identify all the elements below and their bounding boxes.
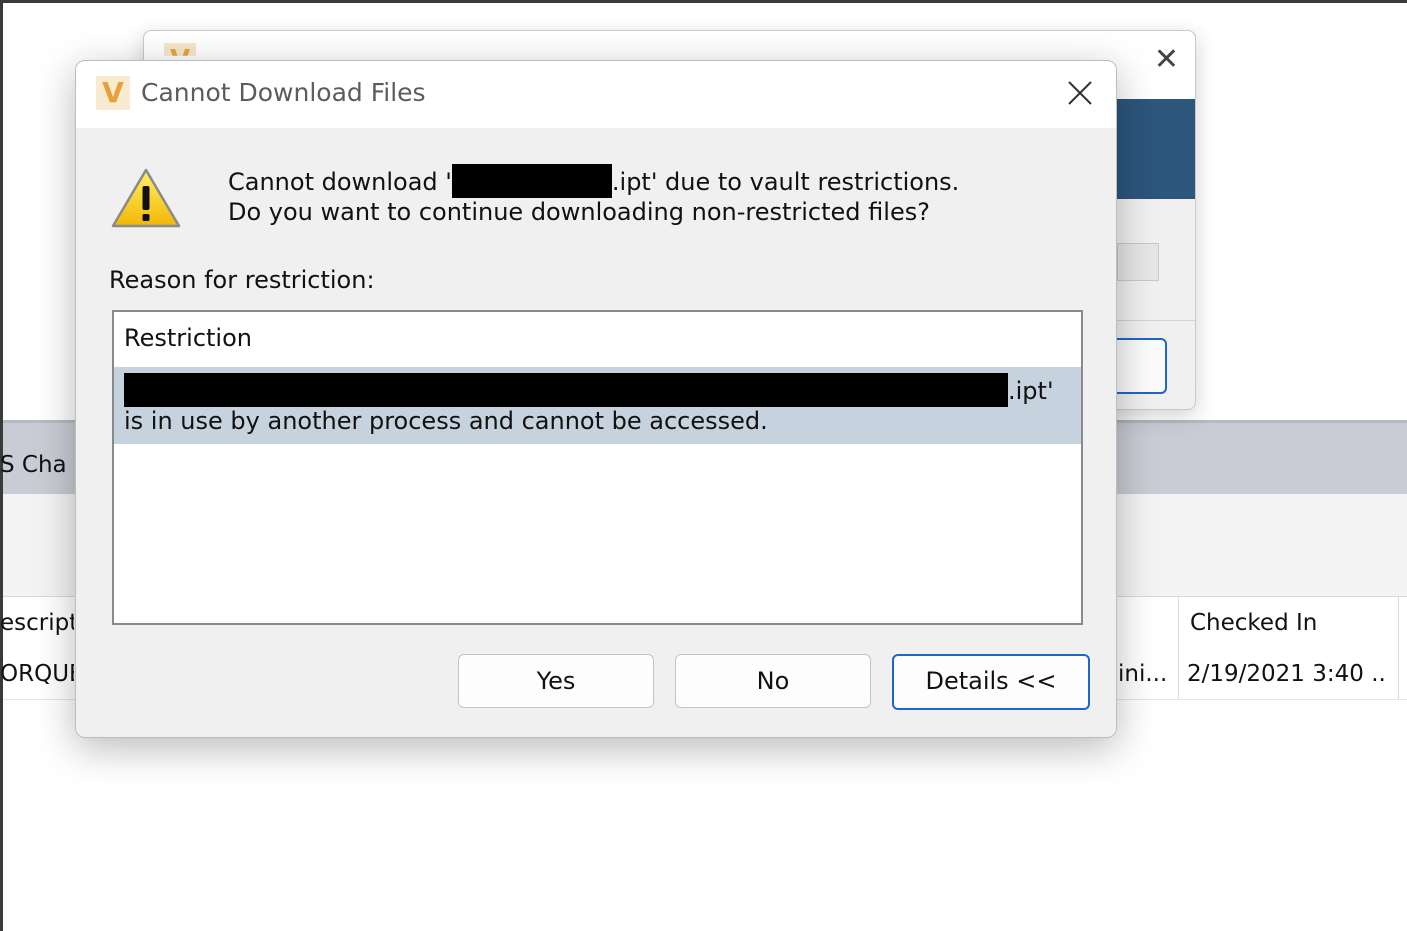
background-dialog-divider [1115,320,1195,321]
cell-user: ini... [1118,661,1168,687]
vault-logo-icon: V [96,76,130,110]
column-header-checked-in[interactable]: Checked In [1190,610,1317,636]
list-item[interactable]: .ipt' is in use by another process and c… [114,367,1081,444]
redacted-path [124,373,1008,407]
restriction-filename-suffix: .ipt' [1008,377,1054,405]
message-line-1: Cannot download ' .ipt' due to vault rest… [228,164,959,198]
close-icon [1068,81,1092,105]
dialog-title: Cannot Download Files [141,78,426,107]
close-button[interactable] [1062,75,1098,111]
yes-button[interactable]: Yes [458,654,654,708]
column-separator [1178,596,1179,699]
cell-description: ORQUE [0,661,74,687]
restriction-line-1: .ipt' [124,373,1054,407]
message-line-2: Do you want to continue downloading non-… [228,198,930,226]
dialog-titlebar: V Cannot Download Files [76,61,1116,128]
column-header-description[interactable]: escript [0,610,74,636]
close-icon[interactable]: ✕ [1154,45,1179,75]
no-button[interactable]: No [675,654,871,708]
background-dialog-header-band [1115,99,1195,199]
restriction-line-2: is in use by another process and cannot … [124,407,768,435]
message-suffix: .ipt' due to vault restrictions. [611,168,960,196]
background-progress-bar [1117,243,1159,281]
reason-label: Reason for restriction: [109,266,375,294]
warning-icon [111,168,181,228]
redacted-filename [451,164,612,198]
cannot-download-dialog: V Cannot Download Files Cannot download … [75,60,1117,738]
details-button[interactable]: Details << [892,654,1090,710]
column-separator [1398,596,1399,699]
restriction-list[interactable]: Restriction .ipt' is in use by another p… [112,310,1083,625]
cell-checked-in: 2/19/2021 3:40 ... [1187,661,1387,687]
restriction-column-header[interactable]: Restriction [124,324,252,352]
background-tab-label[interactable]: S Cha [0,452,72,478]
message-prefix: Cannot download ' [228,168,452,196]
